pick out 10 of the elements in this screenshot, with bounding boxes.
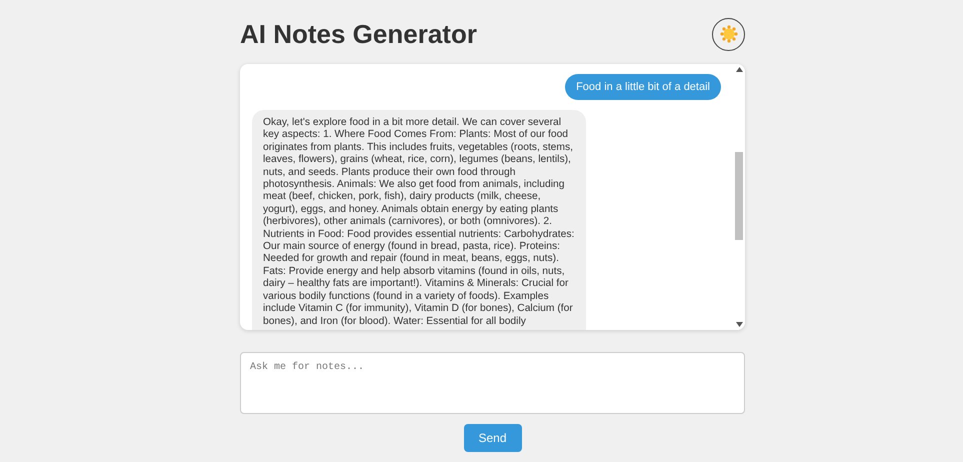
sun-icon (720, 25, 738, 43)
user-message: Food in a little bit of a detail (565, 74, 721, 100)
scroll-thumb[interactable] (735, 152, 743, 240)
avatar-button[interactable] (712, 18, 745, 50)
bot-message: Okay, let's explore food in a bit more detail. We can cover several key aspects: 1. Where Food Comes From: Plants: Most of our food originates from plants. This includes fruits, vegetables (roots, stems, leaves, flowers), grains (wheat, rice, corn), legumes (beans, lentils), nuts, and seeds. Plants produce their own food through photosynthesis. Animals: We also get food from animals, including meat (beef, chicken, pork, fish), dairy products (milk, cheese, yogurt), eggs, and honey. Animals obtain energy by eating plants (herbivores), other animals (carnivores), or both (omnivores). 2. Nutrients in Food: Food provides essential nutrients: Carbohydrates: Our main source of energy (found in bread, pasta, rice). Proteins: Needed for growth and repair (found in meat, beans, eggs, nuts). Fats: Provide energy and help absorb vitamins (found in oils, nuts, dairy – healthy fats are important!). Vitamins & Minerals: Crucial for various bodily functions (found in a variety of foods). Examples include Vitamin C (for immunity), Vitamin D (for bones), Calcium (for bones), and Iron (for blood). Water: Essential for all bodily (252, 110, 586, 330)
scroll-down-icon[interactable] (736, 322, 742, 327)
notes-input[interactable]: Ask me for notes... (240, 352, 745, 414)
page-title: AI Notes Generator (240, 18, 477, 50)
scroll-up-icon[interactable] (736, 67, 742, 72)
send-button[interactable]: Send (464, 424, 522, 452)
